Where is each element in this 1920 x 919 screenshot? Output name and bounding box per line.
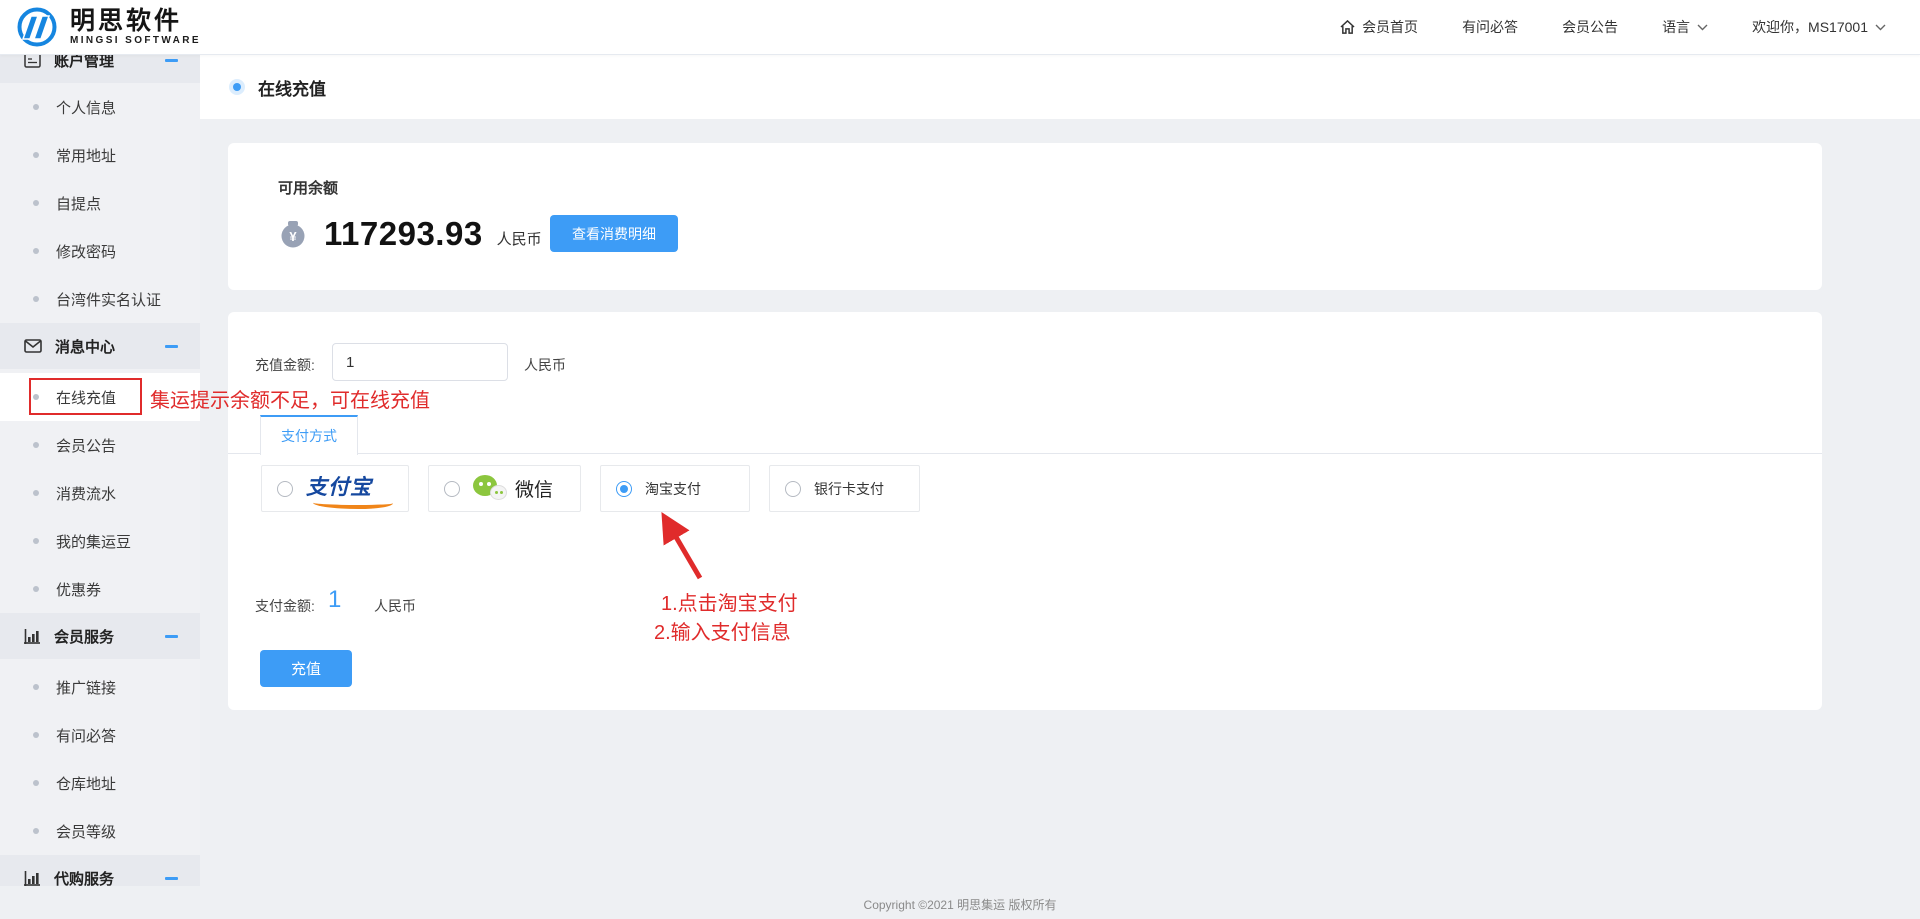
sidebar-item-profile[interactable]: 个人信息 — [0, 83, 200, 131]
bullet-icon — [33, 780, 39, 786]
svg-text:¥: ¥ — [289, 229, 297, 244]
payment-option-taobao[interactable]: 淘宝支付 — [600, 465, 750, 512]
bullet-icon — [33, 684, 39, 690]
page: 明思软件 MINGSI SOFTWARE 会员首页 有问必答 会员公告 语言 — [0, 0, 1920, 919]
nav-announcement[interactable]: 会员公告 — [1562, 17, 1618, 37]
sidebar-item-spending-log[interactable]: 消费流水 — [0, 469, 200, 517]
annotation-step2: 2.输入支付信息 — [654, 616, 791, 645]
payment-option-bankcard[interactable]: 银行卡支付 — [769, 465, 920, 512]
logo-mark-icon — [14, 6, 60, 48]
home-icon — [1340, 20, 1355, 34]
tab-payment-method[interactable]: 支付方式 — [260, 415, 358, 455]
sidebar-item-addresses[interactable]: 常用地址 — [0, 131, 200, 179]
sidebar-section-messages[interactable]: 消息中心 — [0, 323, 200, 369]
wechat-icon — [473, 474, 509, 504]
wechat-label: 微信 — [515, 475, 553, 502]
logo-title: 明思软件 — [70, 8, 201, 34]
bullet-icon — [33, 248, 39, 254]
bullet-icon — [33, 394, 39, 400]
bullet-icon — [33, 586, 39, 592]
collapse-minus-icon[interactable] — [165, 59, 178, 62]
radio-unselected-icon[interactable] — [444, 481, 460, 497]
annotation-step1: 1.点击淘宝支付 — [661, 587, 798, 616]
recharge-amount-currency: 人民币 — [524, 355, 566, 375]
nav-user-menu[interactable]: 欢迎你，MS17001 — [1752, 17, 1886, 37]
id-card-icon — [24, 55, 41, 68]
bullet-icon — [33, 538, 39, 544]
bar-chart-icon — [24, 871, 41, 886]
top-nav: 会员首页 有问必答 会员公告 语言 欢迎你，MS17001 — [1340, 17, 1920, 37]
sidebar-item-member-announcement[interactable]: 会员公告 — [0, 421, 200, 469]
annotation-note: 集运提示余额不足，可在线充值 — [150, 384, 430, 413]
footer-copyright: Copyright ©2021 明思集运 版权所有 — [0, 896, 1920, 913]
bullet-icon — [33, 104, 39, 110]
bullet-icon — [33, 490, 39, 496]
payment-option-alipay[interactable]: 支付宝 — [261, 465, 409, 512]
radio-unselected-icon[interactable] — [785, 481, 801, 497]
tab-divider — [228, 453, 1822, 454]
view-detail-button[interactable]: 查看消费明细 — [550, 215, 678, 252]
sidebar-section-purchasing[interactable]: 代购服务 — [0, 855, 200, 886]
page-title: 在线充值 — [258, 75, 326, 100]
envelope-icon — [24, 339, 42, 353]
radio-selected-icon[interactable] — [616, 481, 632, 497]
chevron-down-icon — [1697, 24, 1708, 31]
taobao-label: 淘宝支付 — [645, 479, 701, 499]
bar-chart-icon — [24, 629, 41, 644]
chevron-down-icon — [1875, 24, 1886, 31]
recharge-card: 充值金额: 人民币 支付方式 支付宝 微信 — [228, 312, 1822, 710]
sidebar-item-coupons[interactable]: 优惠券 — [0, 565, 200, 613]
recharge-amount-input[interactable] — [332, 343, 508, 381]
logo-subtitle: MINGSI SOFTWARE — [70, 36, 201, 47]
radio-unselected-icon[interactable] — [277, 481, 293, 497]
balance-label: 可用余额 — [278, 177, 338, 198]
collapse-minus-icon[interactable] — [165, 877, 178, 880]
sidebar-section-member-services[interactable]: 会员服务 — [0, 613, 200, 659]
bullet-icon — [33, 200, 39, 206]
sidebar-group-account: 个人信息 常用地址 自提点 修改密码 台湾件实名认证 — [0, 83, 200, 323]
sidebar-item-change-password[interactable]: 修改密码 — [0, 227, 200, 275]
bullet-icon — [33, 152, 39, 158]
brand-logo: 明思软件 MINGSI SOFTWARE — [0, 6, 201, 48]
sidebar-item-warehouse-address[interactable]: 仓库地址 — [0, 759, 200, 807]
bullet-icon — [33, 828, 39, 834]
sidebar-item-member-level[interactable]: 会员等级 — [0, 807, 200, 855]
alipay-logo: 支付宝 — [306, 471, 372, 507]
page-title-bar: 在线充值 — [200, 55, 1920, 119]
money-bag-icon: ¥ — [278, 219, 308, 249]
nav-qa[interactable]: 有问必答 — [1462, 17, 1518, 37]
sidebar-item-promo-link[interactable]: 推广链接 — [0, 663, 200, 711]
bullet-icon — [33, 296, 39, 302]
pay-amount-value: 1 — [328, 586, 341, 614]
sidebar-group-member-services: 推广链接 有问必答 仓库地址 会员等级 — [0, 659, 200, 855]
pay-amount-currency: 人民币 — [374, 596, 416, 616]
bankcard-label: 银行卡支付 — [814, 479, 884, 499]
balance-card: 可用余额 ¥ 117293.93 人民币 查看消费明细 — [228, 143, 1822, 290]
title-dot-icon — [229, 79, 245, 95]
sidebar: 账户管理 个人信息 常用地址 自提点 修改密码 台湾件实名认证 消息中心 在线充… — [0, 55, 200, 886]
app-header: 明思软件 MINGSI SOFTWARE 会员首页 有问必答 会员公告 语言 — [0, 0, 1920, 55]
sidebar-item-beans[interactable]: 我的集运豆 — [0, 517, 200, 565]
payment-methods: 支付宝 微信 淘宝支付 银行卡支付 — [261, 465, 920, 512]
bullet-icon — [33, 732, 39, 738]
payment-option-wechat[interactable]: 微信 — [428, 465, 581, 512]
collapse-minus-icon[interactable] — [165, 345, 178, 348]
recharge-amount-label: 充值金额: — [255, 355, 315, 375]
sidebar-item-taiwan-verify[interactable]: 台湾件实名认证 — [0, 275, 200, 323]
pay-amount-label: 支付金额: — [255, 596, 315, 616]
nav-language[interactable]: 语言 — [1662, 17, 1708, 37]
bullet-icon — [33, 442, 39, 448]
balance-amount: 117293.93 — [324, 215, 483, 253]
collapse-minus-icon[interactable] — [165, 635, 178, 638]
recharge-submit-button[interactable]: 充值 — [260, 650, 352, 687]
balance-row: ¥ 117293.93 人民币 — [278, 215, 542, 253]
sidebar-item-qa[interactable]: 有问必答 — [0, 711, 200, 759]
sidebar-section-account[interactable]: 账户管理 — [0, 55, 200, 83]
nav-member-home[interactable]: 会员首页 — [1340, 17, 1418, 37]
sidebar-item-pickup-point[interactable]: 自提点 — [0, 179, 200, 227]
balance-currency: 人民币 — [497, 228, 542, 249]
